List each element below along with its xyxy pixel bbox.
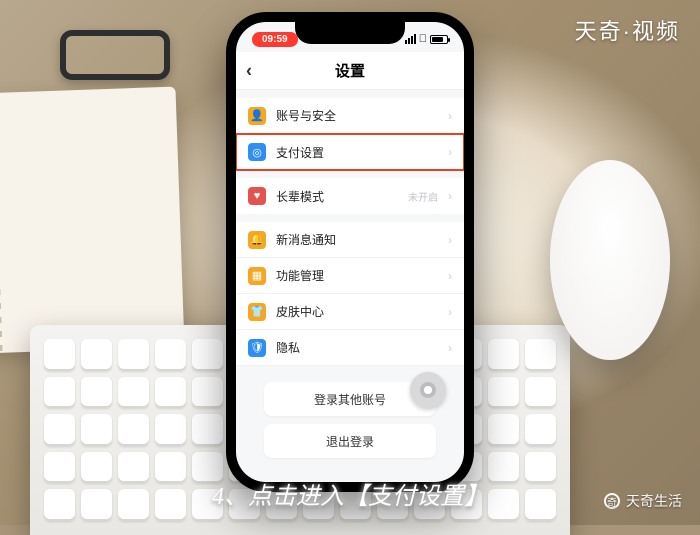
wifi-icon: 􀙇 — [419, 33, 427, 45]
settings-list[interactable]: 👤 账号与安全 › ◎ 支付设置 › ♥ 长辈模式未开启 › 🔔 新消息通知 › ▦ 功能管理 › 👕 皮肤中心… — [236, 90, 464, 366]
row-label: 皮肤中心 — [276, 303, 428, 320]
skin-icon: 👕 — [248, 303, 266, 321]
settings-row[interactable]: 🔔 新消息通知 › — [236, 222, 464, 258]
phone-screen: 09:59 􀙇 ‹ 设置 👤 账号与安全 › ◎ 支付设置 › ♥ 长辈模式未开启 › 🔔 新消息通… — [236, 22, 464, 482]
chevron-right-icon: › — [448, 341, 452, 355]
row-label: 账号与安全 — [276, 107, 428, 124]
chevron-right-icon: › — [448, 233, 452, 247]
mouse — [550, 160, 670, 360]
signal-icon — [405, 34, 416, 44]
row-label: 新消息通知 — [276, 231, 428, 248]
binder-clip — [60, 30, 170, 80]
battery-icon — [430, 35, 448, 44]
notch — [295, 22, 405, 44]
chevron-right-icon: › — [448, 269, 452, 283]
settings-group: 👤 账号与安全 › ◎ 支付设置 › — [236, 98, 464, 170]
page-title: 设置 — [335, 60, 365, 81]
bell-icon: 🔔 — [248, 231, 266, 249]
title-bar: ‹ 设置 — [236, 52, 464, 90]
logout-button[interactable]: 退出登录 — [264, 424, 436, 458]
shield-icon: 🛡 — [248, 339, 266, 357]
settings-row[interactable]: 👤 账号与安全 › — [236, 98, 464, 134]
row-label: 功能管理 — [276, 267, 428, 284]
phone-frame: 09:59 􀙇 ‹ 设置 👤 账号与安全 › ◎ 支付设置 › ♥ 长辈模式未开启 › 🔔 新消息通… — [226, 12, 474, 492]
logo-icon: 奇 — [604, 493, 620, 509]
chevron-right-icon: › — [448, 145, 452, 159]
chevron-right-icon: › — [448, 189, 452, 203]
watermark-bottom-right: 奇 天奇生活 — [604, 491, 682, 511]
person-icon: 👤 — [248, 107, 266, 125]
status-time: 09:59 — [252, 32, 298, 47]
settings-row[interactable]: ▦ 功能管理 › — [236, 258, 464, 294]
row-label: 长辈模式 — [276, 188, 398, 205]
row-label: 隐私 — [276, 339, 428, 356]
chevron-right-icon: › — [448, 305, 452, 319]
notebook — [0, 87, 184, 354]
back-button[interactable]: ‹ — [246, 60, 252, 81]
row-aux: 未开启 — [408, 189, 438, 204]
settings-group: ♥ 长辈模式未开启 › — [236, 178, 464, 214]
bottom-buttons: 登录其他账号 退出登录 — [236, 366, 464, 482]
instruction-caption: 4、点击进入【支付设置】 — [212, 476, 488, 511]
settings-row[interactable]: ◎ 支付设置 › — [236, 134, 464, 170]
elder-icon: ♥ — [248, 187, 266, 205]
settings-row[interactable]: 🛡 隐私 › — [236, 330, 464, 366]
settings-group: 🔔新消息通知›▦功能管理›👕皮肤中心›🛡隐私›⚙通用› — [236, 222, 464, 366]
pay-icon: ◎ — [248, 143, 266, 161]
chevron-right-icon: › — [448, 109, 452, 123]
assistive-touch[interactable] — [410, 372, 446, 408]
settings-row[interactable]: 👕 皮肤中心 › — [236, 294, 464, 330]
grid-icon: ▦ — [248, 267, 266, 285]
watermark-top-right: 天奇·视频 — [575, 14, 680, 46]
row-label: 支付设置 — [276, 144, 428, 161]
settings-row[interactable]: ♥ 长辈模式未开启 › — [236, 178, 464, 214]
